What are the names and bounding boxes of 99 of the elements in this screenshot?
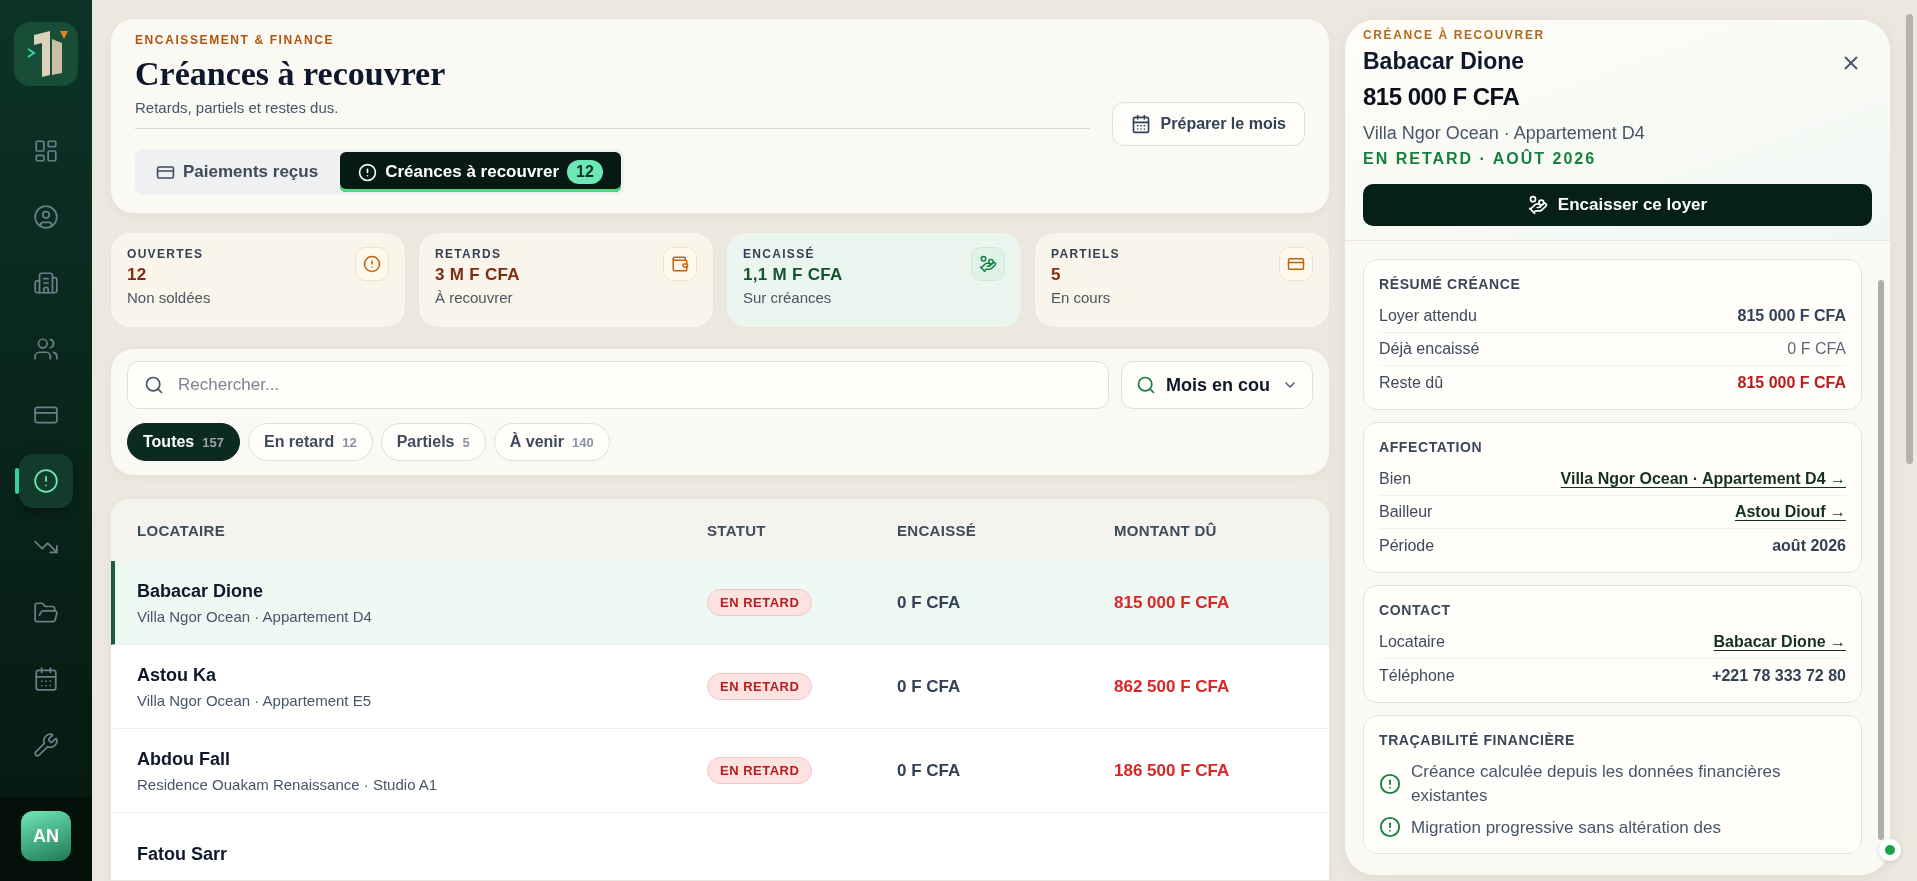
field-value: 0 F CFA (1787, 340, 1846, 358)
stat-label: RETARDS (435, 247, 503, 261)
filter-chip[interactable]: À venir 140 (493, 423, 610, 461)
property-name: Residence Ouakam Renaissance · Studio A1 (137, 775, 439, 793)
stat-label: OUVERTES (127, 247, 205, 261)
search-input[interactable]: Rechercher... (176, 374, 1092, 396)
field-label: Bien (1379, 470, 1412, 488)
alert-circle-icon (358, 162, 378, 182)
building-icon (33, 270, 59, 296)
table-row[interactable]: Astou Ka Villa Ngor Ocean · Appartement E5 EN RETARD 0 F CFA 862 500 F CFA (111, 645, 1329, 729)
field-value: 815 000 F CFA (1737, 373, 1846, 392)
stat-value: 1,1 M F CFA (743, 265, 843, 285)
tenant-name: Babacar Dione (1363, 48, 1525, 75)
table-cell-text: 0 F CFA (897, 760, 962, 781)
table-row[interactable]: Fatou Sarr (111, 813, 1329, 880)
note-text: Migration progressive sans altération des (1411, 816, 1721, 839)
scrollbar[interactable] (1906, 14, 1913, 464)
calendar-icon (33, 666, 59, 692)
stat-value: 5 (1051, 265, 1062, 285)
tenant-name: Astou Ka (137, 664, 217, 686)
filter-chip[interactable]: En retard 12 (247, 423, 373, 461)
alert-circle-icon (1379, 816, 1401, 839)
stat-label: ENCAISSÉ (743, 247, 816, 261)
grid-icon (33, 138, 59, 164)
status-badge: EN RETARD (707, 673, 813, 700)
field-label: Bailleur (1379, 503, 1433, 521)
user-circle-icon (33, 204, 59, 230)
field-value: 815 000 F CFA (1737, 307, 1846, 325)
search-field[interactable]: Rechercher... (127, 361, 1109, 409)
field-link[interactable]: Babacar Dione → (1713, 633, 1846, 651)
table-cell-text: 0 F CFA (897, 676, 962, 697)
users-icon (33, 336, 59, 362)
column-header: LOCATAIRE (137, 521, 226, 539)
field-label: Locataire (1379, 633, 1445, 651)
status-line: EN RETARD · AOÛT 2026 (1363, 150, 1598, 168)
hand-coins-icon (979, 255, 997, 273)
tenant-name: Abdou Fall (137, 748, 231, 770)
card-title: CONTACT (1379, 602, 1452, 618)
field-link[interactable]: Villa Ngor Ocean · Appartement D4 → (1560, 470, 1846, 488)
column-header: STATUT (707, 521, 767, 539)
property-name: Villa Ngor Ocean · Appartement E5 (137, 691, 373, 709)
column-header: ENCAISSÉ (897, 521, 978, 539)
wallet-icon (671, 255, 689, 273)
stat-value: 3 M F CFA (435, 265, 520, 285)
field-label: Loyer attendu (1379, 307, 1477, 325)
field-label: Reste dû (1379, 373, 1444, 392)
property-name: Villa Ngor Ocean · Appartement D4 (1363, 123, 1646, 144)
card-title: TRAÇABILITÉ FINANCIÈRE (1379, 732, 1576, 748)
table-cell-text: 815 000 F CFA (1114, 592, 1231, 613)
table-cell-text: 862 500 F CFA (1114, 676, 1231, 697)
credit-card-icon (1287, 255, 1305, 273)
field-link[interactable]: Astou Diouf → (1734, 503, 1846, 521)
stat-caption: Non soldées (127, 289, 211, 306)
stat-value: 12 (127, 265, 148, 285)
amount-due: 815 000 F CFA (1363, 83, 1521, 111)
field-label: Période (1379, 536, 1435, 555)
alert-circle-icon (363, 255, 381, 273)
alert-circle-icon (1379, 772, 1401, 795)
table-row[interactable]: Abdou Fall Residence Ouakam Renaissance · Studio A1 EN RETARD 0 F CFA 186 500 F CFA (111, 729, 1329, 813)
card-title: AFFECTATION (1379, 439, 1484, 455)
alert-circle-icon (33, 468, 59, 494)
note-text: Créance calculée depuis les données financières existantes (1411, 761, 1782, 807)
tenant-name: Fatou Sarr (137, 844, 229, 865)
tenant-name: Babacar Dione (137, 580, 265, 602)
wrench-icon (33, 732, 59, 758)
table-cell-text: 186 500 F CFA (1114, 760, 1231, 781)
status-badge: EN RETARD (707, 589, 813, 616)
collect-rent-button[interactable]: Encaisser ce loyer (1363, 184, 1872, 226)
column-header: MONTANT DÛ (1114, 521, 1218, 539)
property-name: Villa Ngor Ocean · Appartement D4 (137, 607, 373, 625)
status-badge: EN RETARD (707, 757, 813, 784)
field-label: Déjà encaissé (1379, 340, 1480, 358)
filter-chip[interactable]: Partiels 5 (380, 423, 486, 461)
tab[interactable]: Paiements reçus (138, 152, 337, 192)
scrollbar[interactable] (1878, 280, 1884, 840)
panel-eyebrow: CRÉANCE À RECOUVRER (1363, 28, 1546, 42)
section-eyebrow: ENCAISSEMENT & FINANCE (135, 33, 336, 47)
stat-caption: En cours (1051, 289, 1112, 306)
card-title: RÉSUMÉ CRÉANCE (1379, 276, 1522, 292)
field-value: +221 78 333 72 80 (1712, 666, 1846, 685)
period-select[interactable]: Mois en cou (1121, 361, 1313, 409)
field-value: août 2026 (1772, 536, 1846, 555)
prepare-month-button[interactable]: Préparer le mois (1111, 102, 1305, 146)
table-row[interactable]: Babacar Dione Villa Ngor Ocean · Appartement D4 EN RETARD 0 F CFA 815 000 F CFA (111, 561, 1329, 645)
calendar-icon (1130, 114, 1151, 134)
tab[interactable]: Créances à recouvrer 12 (340, 152, 621, 192)
filter-chip[interactable]: Toutes 157 (127, 423, 240, 461)
hand-coins-icon (1527, 195, 1548, 215)
stat-label: PARTIELS (1051, 247, 1120, 261)
search-icon (144, 375, 164, 395)
search-icon (1136, 375, 1156, 395)
table-cell-text: 0 F CFA (897, 592, 962, 613)
folder-icon (33, 600, 59, 626)
count-badge: 12 (567, 160, 603, 184)
page-subtitle: Retards, partiels et restes dus. (135, 99, 1090, 129)
field-label: Téléphone (1379, 666, 1455, 685)
page-title: Créances à recouvrer (135, 55, 447, 93)
stat-caption: À recouvrer (435, 289, 514, 306)
stat-caption: Sur créances (743, 289, 833, 306)
